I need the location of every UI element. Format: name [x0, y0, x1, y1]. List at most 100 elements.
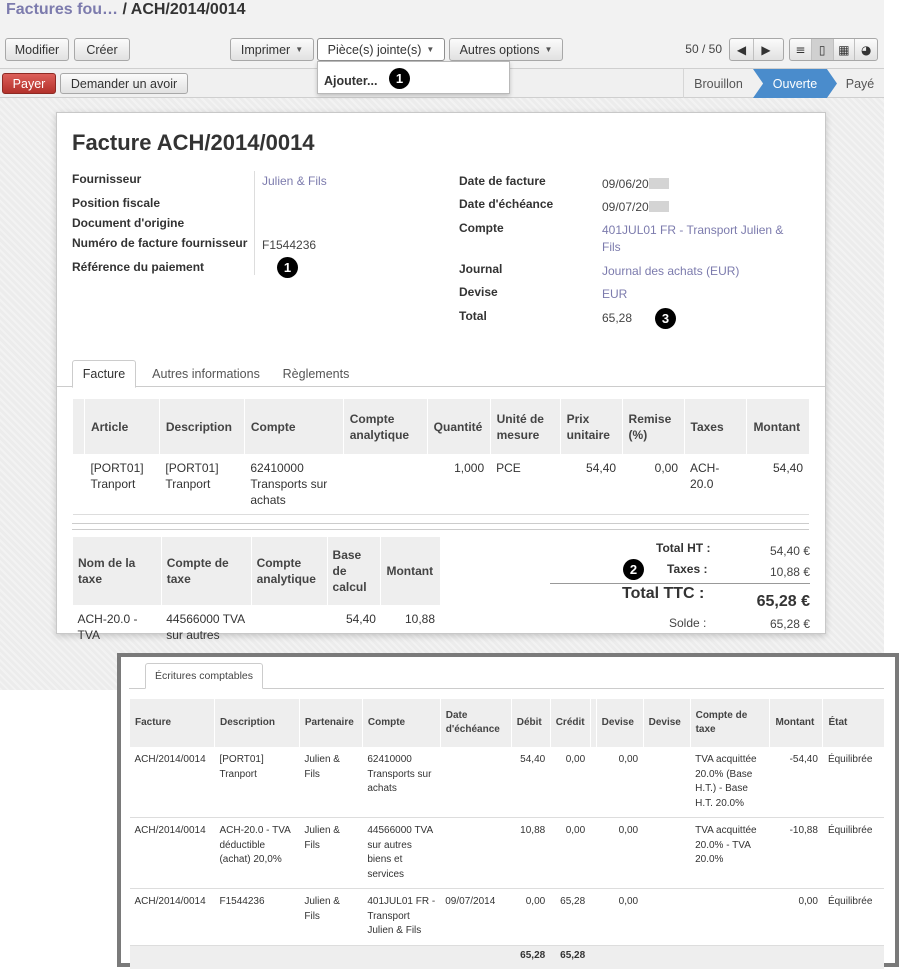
entry-currency-amount: 0,00 — [596, 747, 644, 818]
source-document-label: Document d'origine — [72, 216, 185, 230]
column-header: Facture — [129, 699, 215, 747]
pay-button[interactable]: Payer — [2, 73, 56, 94]
entry-due-date: 09/07/2014 — [440, 888, 512, 946]
account-label: Compte — [459, 221, 504, 235]
supplier-label: Fournisseur — [72, 172, 142, 186]
invoice-sheet: Facture ACH/2014/0014 Fournisseur Julien… — [56, 112, 826, 642]
table-row[interactable]: ACH/2014/0014 [PORT01] Tranport Julien &… — [129, 747, 884, 818]
tax-name: ACH-20.0 - TVA — [77, 612, 138, 642]
journal-link[interactable]: Journal des achats (EUR) — [602, 264, 739, 278]
tax-amount: 10,88 — [404, 612, 435, 626]
entry-tax-code: TVA acquittée 20.0% (Base H.T.) - Base H… — [690, 747, 770, 818]
tax-table: Nom de la taxe Compte de taxe Compte ana… — [72, 537, 440, 649]
status-step-paid[interactable]: Payé — [837, 69, 883, 98]
pager-counter: 50 / 50 — [685, 42, 722, 56]
edit-button[interactable]: Modifier — [5, 38, 69, 61]
page-title: Facture ACH/2014/0014 — [72, 130, 315, 155]
entry-currency-amount: 0,00 — [596, 817, 644, 889]
column-header: Devise — [595, 699, 644, 747]
entry-invoice: ACH/2014/0014 — [129, 747, 215, 818]
more-options-button[interactable]: Autres options ▼ — [449, 38, 563, 61]
supplier-link[interactable]: Julien & Fils — [262, 174, 327, 188]
entry-currency — [643, 888, 691, 946]
tab-journal-entries[interactable]: Écritures comptables — [145, 663, 263, 689]
entry-debit: 54,40 — [511, 747, 551, 818]
entry-description: ACH-20.0 - TVA déductible (achat) 20,0% — [214, 817, 300, 889]
caret-down-icon: ▼ — [426, 45, 435, 54]
entry-partner: Julien & Fils — [299, 888, 363, 946]
table-row[interactable]: ACH/2014/0014 F1544236 Julien & Fils 401… — [129, 888, 884, 946]
create-button[interactable]: Créer — [74, 38, 130, 61]
list-view-icon[interactable]: ≡ — [790, 39, 812, 60]
entry-due-date — [440, 747, 512, 818]
table-row[interactable]: ACH-20.0 - TVA 44566000 TVA sur autres 5… — [73, 605, 441, 649]
attachments-button-label: Pièce(s) jointe(s) — [327, 42, 422, 57]
line-taxes: ACH-20.0 — [684, 454, 747, 515]
entry-invoice: ACH/2014/0014 — [129, 817, 215, 889]
column-header: Base de calcul — [326, 537, 381, 605]
table-footer-divider — [72, 523, 809, 524]
graph-view-icon[interactable]: ◕ — [855, 39, 877, 60]
grand-total-value: 65,28 € — [756, 593, 810, 610]
column-header: Remise (%) — [621, 399, 685, 454]
total-credit: 65,28 — [550, 945, 591, 969]
subtotal-value: 54,40 € — [769, 544, 810, 558]
tab-invoice[interactable]: Facture — [72, 360, 136, 388]
balance-label: Solde : — [669, 616, 707, 630]
column-header: Crédit — [549, 699, 591, 747]
status-step-open[interactable]: Ouverte — [753, 69, 837, 98]
invoice-date-label: Date de facture — [459, 174, 546, 188]
account-link-line1[interactable]: 401JUL01 FR - Transport Julien & — [602, 223, 783, 237]
entry-state: Équilibrée — [822, 888, 884, 946]
entry-account: 62410000 Transports sur achats — [362, 747, 441, 818]
supplier-invoice-number: F1544236 — [262, 238, 317, 252]
tab-payments[interactable]: Règlements — [275, 360, 357, 388]
column-header: Unité de mesure — [489, 399, 561, 454]
row-handle-column — [72, 399, 85, 454]
breadcrumb: Factures fou… / ACH/2014/0014 — [6, 1, 246, 19]
column-header: Prix unitaire — [559, 399, 623, 454]
pager-buttons: ◀ ▶ — [729, 38, 784, 61]
entry-currency-amount: 0,00 — [596, 888, 644, 946]
print-button-label: Imprimer — [240, 42, 291, 57]
status-bar: Brouillon Ouverte Payé — [683, 69, 883, 98]
column-header: Débit — [510, 699, 551, 747]
request-refund-button-label: Demander un avoir — [70, 76, 178, 91]
tab-other-info[interactable]: Autres informations — [141, 360, 271, 388]
add-attachment-menu-item[interactable]: Ajouter... — [324, 74, 377, 88]
due-date-label: Date d'échéance — [459, 197, 554, 211]
column-header: Montant — [746, 399, 809, 454]
table-row[interactable]: ACH/2014/0014 ACH-20.0 - TVA déductible … — [129, 817, 884, 889]
calendar-view-icon[interactable]: ▦ — [834, 39, 856, 60]
invoice-lines-table: Article Description Compte Compte analyt… — [72, 399, 809, 515]
account-link-line2[interactable]: Fils — [602, 240, 621, 254]
form-view-icon[interactable]: ▯ — [811, 39, 834, 60]
column-header: Compte — [361, 699, 441, 747]
subtotal-label: Total HT : — [656, 541, 711, 555]
line-account: 62410000 Transports sur achats — [244, 454, 344, 515]
journal-entries-table: Facture Description Partenaire Compte Da… — [129, 699, 884, 969]
total-debit: 65,28 — [511, 945, 551, 969]
print-button[interactable]: Imprimer ▼ — [230, 38, 314, 61]
arrow-left-icon[interactable]: ◀ — [730, 39, 754, 60]
column-header: Compte — [243, 399, 344, 454]
column-header: Compte de taxe — [160, 537, 252, 605]
blurred-year — [648, 178, 669, 189]
journal-label: Journal — [459, 262, 503, 276]
status-step-draft[interactable]: Brouillon — [683, 69, 753, 98]
request-refund-button[interactable]: Demander un avoir — [60, 73, 188, 94]
entry-currency — [643, 747, 691, 818]
breadcrumb-current: ACH/2014/0014 — [130, 1, 246, 18]
entry-debit: 10,88 — [511, 817, 551, 889]
arrow-right-icon[interactable]: ▶ — [754, 39, 778, 60]
entry-tax-code — [690, 888, 770, 946]
callout-marker: 1 — [277, 257, 298, 278]
table-row[interactable]: [PORT01] Tranport [PORT01] Tranport 6241… — [72, 454, 809, 515]
column-header: Devise — [642, 699, 691, 747]
attachments-button[interactable]: Pièce(s) jointe(s) ▼ — [317, 38, 445, 61]
breadcrumb-parent-link[interactable]: Factures fou… — [6, 1, 118, 18]
line-discount: 0,00 — [622, 454, 685, 515]
column-header: Nom de la taxe — [72, 537, 162, 605]
currency-link[interactable]: EUR — [602, 287, 627, 301]
line-unit: PCE — [490, 454, 561, 515]
